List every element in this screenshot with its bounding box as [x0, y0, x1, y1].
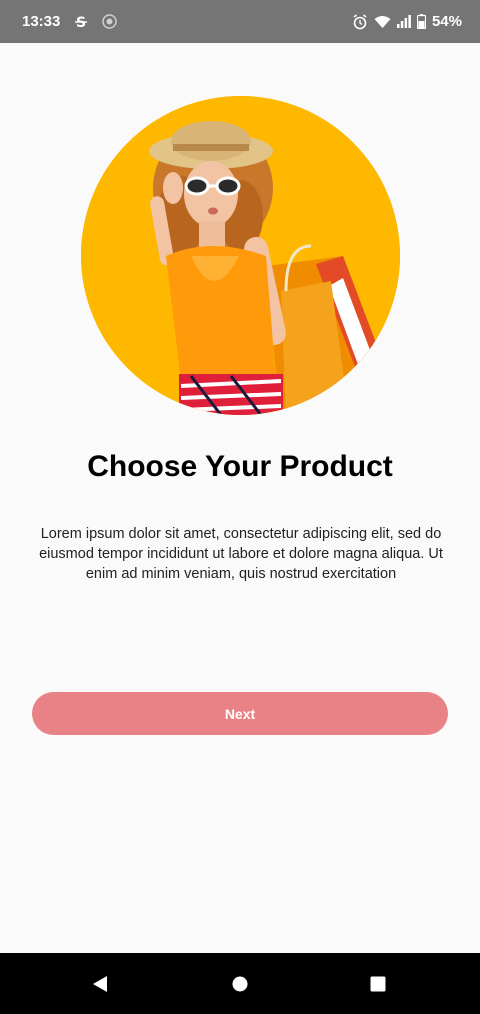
onboarding-description: Lorem ipsum dolor sit amet, consectetur …: [39, 526, 443, 582]
signal-icon: [396, 15, 411, 28]
battery-icon: [416, 14, 426, 29]
battery-percent: 54%: [431, 13, 462, 30]
home-icon[interactable]: [210, 953, 270, 1014]
navigation-bar: [0, 953, 480, 1014]
recents-icon[interactable]: [348, 953, 408, 1014]
status-time: 13:33: [22, 13, 61, 30]
status-bar: 13:33 S 54%: [0, 0, 480, 43]
back-icon[interactable]: [70, 953, 130, 1014]
s-icon: S: [74, 14, 88, 30]
hero-image: [81, 96, 400, 415]
app-icon: [102, 14, 118, 29]
wifi-icon: [374, 15, 391, 29]
next-button[interactable]: Next: [32, 692, 448, 735]
onboarding-title: Choose Your Product: [87, 450, 393, 483]
alarm-icon: [352, 13, 368, 30]
